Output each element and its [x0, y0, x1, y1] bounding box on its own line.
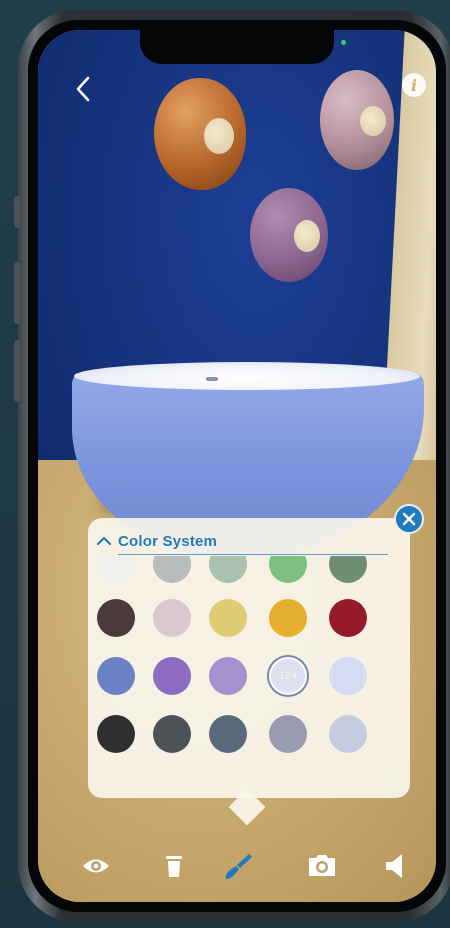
paintbrush-icon [225, 854, 252, 879]
chevron-left-icon [76, 76, 90, 102]
close-icon [402, 512, 416, 526]
color-swatch[interactable] [209, 599, 247, 637]
color-swatch[interactable] [153, 599, 191, 637]
color-swatch[interactable] [329, 715, 367, 753]
panel-title: Color System [118, 532, 218, 550]
color-panel: Color System 124 [88, 518, 410, 798]
speaker-icon [386, 854, 402, 878]
color-swatch[interactable] [329, 657, 367, 695]
color-swatch[interactable] [269, 715, 307, 753]
color-swatch[interactable] [153, 556, 191, 583]
color-swatch[interactable] [329, 599, 367, 637]
panel-divider [118, 554, 388, 555]
close-button[interactable] [394, 504, 424, 534]
volume-up-button [14, 262, 20, 324]
chevron-up-icon [97, 537, 111, 545]
camera-icon [309, 855, 335, 876]
color-swatch[interactable] [97, 715, 135, 753]
bathtub-drain [206, 377, 218, 381]
wall-decor-purple [250, 188, 328, 282]
sound-button[interactable] [374, 848, 414, 884]
mute-switch [14, 196, 20, 228]
info-icon: i [410, 75, 418, 95]
color-swatch[interactable] [269, 599, 307, 637]
trash-icon [166, 856, 182, 877]
camera-indicator [341, 40, 346, 45]
info-button[interactable]: i [402, 73, 426, 97]
paint-button[interactable] [218, 848, 258, 884]
bathtub-rim [74, 362, 420, 390]
back-button[interactable] [68, 74, 98, 104]
color-swatch[interactable] [209, 556, 247, 583]
volume-down-button [14, 340, 20, 402]
color-swatch[interactable] [269, 556, 307, 583]
color-swatch[interactable] [97, 657, 135, 695]
color-swatch[interactable] [209, 657, 247, 695]
color-swatch[interactable] [329, 556, 367, 583]
wall-decor-orange [154, 78, 246, 190]
delete-button[interactable] [154, 848, 194, 884]
view-button[interactable] [76, 848, 116, 884]
color-swatch[interactable] [97, 599, 135, 637]
color-swatch[interactable] [209, 715, 247, 753]
color-swatch[interactable] [153, 715, 191, 753]
color-swatch[interactable] [97, 556, 135, 583]
color-system-header[interactable]: Color System [96, 530, 396, 552]
wall-decor-pink [320, 70, 394, 170]
swatch-grid: 124 [88, 556, 410, 796]
eye-icon [83, 859, 109, 873]
camera-button[interactable] [302, 848, 342, 884]
color-swatch-selected[interactable]: 124 [269, 657, 307, 695]
swatch-number-label: 124 [278, 670, 298, 682]
color-swatch[interactable] [153, 657, 191, 695]
ar-screen: i Color System 124 [38, 30, 436, 902]
notch [140, 30, 334, 64]
bottom-toolbar [38, 842, 436, 892]
